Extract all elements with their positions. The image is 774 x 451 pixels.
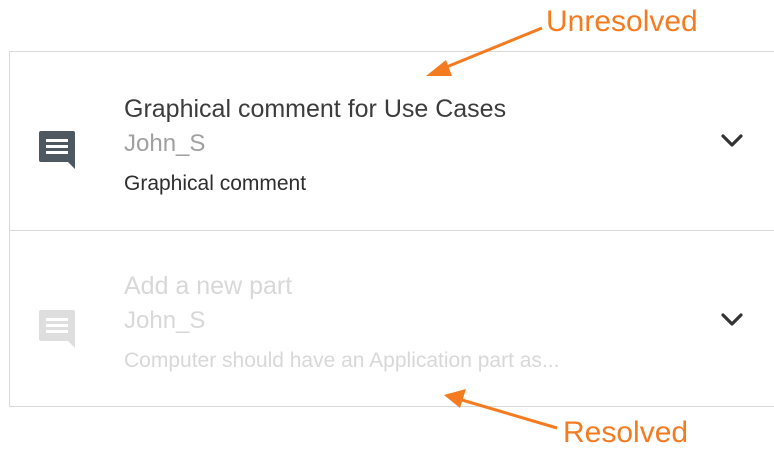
comment-author: John_S (124, 307, 206, 334)
comments-panel: Graphical comment for Use Cases John_S G… (9, 51, 774, 407)
expand-comment-button[interactable] (714, 302, 750, 338)
expand-comment-button[interactable] (714, 123, 750, 159)
comment-content: Add a new part John_S Computer should ha… (124, 271, 684, 374)
comment-text: Computer should have an Application part… (124, 349, 560, 372)
chevron-down-icon (721, 134, 743, 147)
comment-item-resolved[interactable]: Add a new part John_S Computer should ha… (10, 231, 774, 407)
comment-text: Graphical comment (124, 172, 307, 195)
comment-title: Add a new part (124, 272, 293, 300)
comment-title: Graphical comment for Use Cases (124, 95, 507, 123)
resolved-annotation-label: Resolved (563, 416, 689, 449)
comment-item-unresolved[interactable]: Graphical comment for Use Cases John_S G… (10, 52, 774, 231)
comment-icon (39, 310, 75, 348)
unresolved-annotation-label: Unresolved (546, 5, 698, 38)
chevron-down-icon (721, 313, 743, 326)
comment-icon (39, 131, 75, 169)
comment-author: John_S (124, 130, 206, 157)
comment-content: Graphical comment for Use Cases John_S G… (124, 94, 684, 197)
